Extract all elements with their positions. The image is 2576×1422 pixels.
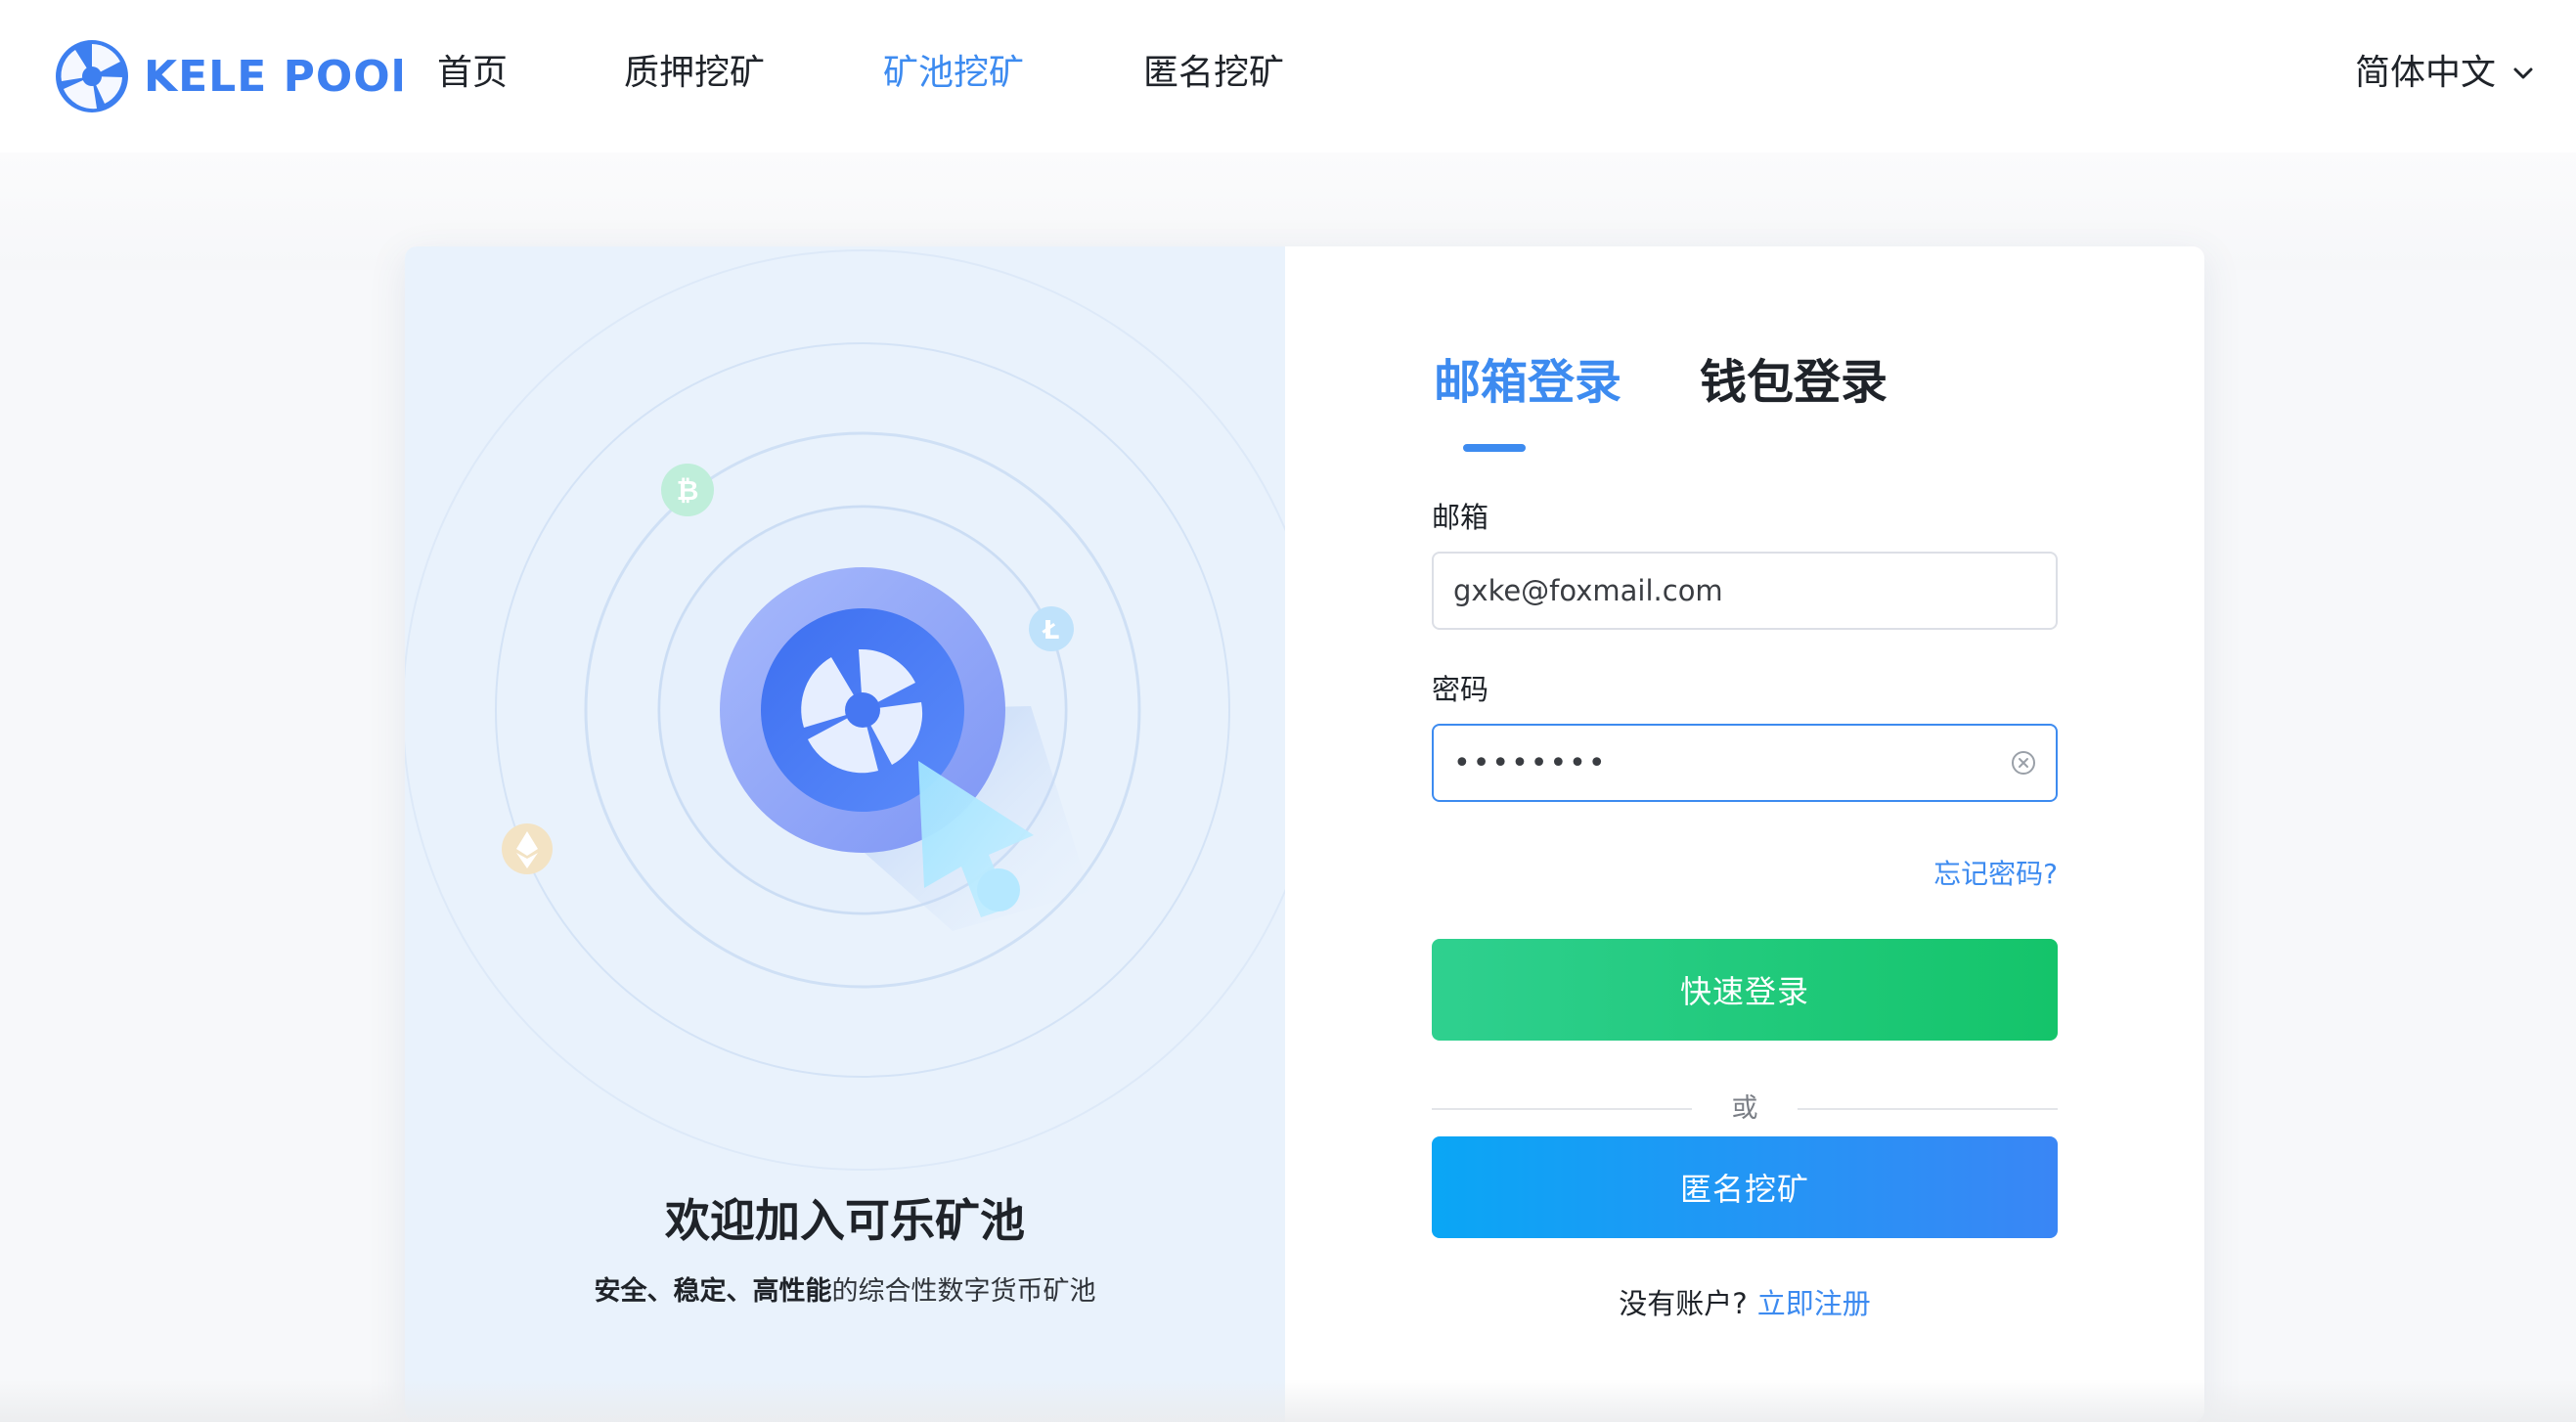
clear-circle-icon[interactable] <box>2011 750 2036 776</box>
welcome-subtitle-highlight: 安全、稳定、高性能 <box>594 1276 832 1307</box>
ethereum-icon <box>502 823 553 874</box>
welcome-title: 欢迎加入可乐矿池 <box>665 1194 1025 1247</box>
divider-line-right <box>1798 1108 2058 1110</box>
nav-item-anonymous-mining[interactable]: 匿名挖矿 <box>1143 49 1284 98</box>
bitcoin-icon: ₿ <box>661 464 714 516</box>
email-value: gxke@foxmail.com <box>1453 574 1723 607</box>
no-account-text: 没有账户? <box>1619 1287 1748 1320</box>
forgot-password-link[interactable]: 忘记密码? <box>1933 853 2058 892</box>
tab-email-login[interactable]: 邮箱登录 <box>1434 348 1621 417</box>
svg-text:₿: ₿ <box>677 474 699 507</box>
tab-wallet-login[interactable]: 钱包登录 <box>1700 348 1888 417</box>
nav-item-staking[interactable]: 质押挖矿 <box>624 49 765 98</box>
welcome-subtitle-rest: 的综合性数字货币矿池 <box>831 1276 1096 1307</box>
welcome-subtitle: 安全、稳定、高性能的综合性数字货币矿池 <box>405 1269 1285 1308</box>
nav-item-home[interactable]: 首页 <box>437 49 508 98</box>
anonymous-mining-button[interactable]: 匿名挖矿 <box>1432 1136 2058 1238</box>
top-header: KELE POOl 首页 质押挖矿 矿池挖矿 匿名挖矿 简体中文 <box>0 0 2576 153</box>
quick-login-button[interactable]: 快速登录 <box>1432 939 2058 1041</box>
language-selector[interactable]: 简体中文 <box>2355 49 2537 98</box>
language-label: 简体中文 <box>2354 53 2496 93</box>
brand-name: KELE POOl <box>144 51 407 102</box>
brand-logo[interactable]: KELE POOl <box>54 37 407 115</box>
register-prompt: 没有账户? 立即注册 <box>1285 1281 2204 1322</box>
or-divider: 或 <box>1432 1089 2058 1129</box>
litecoin-icon: Ł <box>1029 606 1074 651</box>
password-label: 密码 <box>1432 673 1489 706</box>
email-field[interactable]: gxke@foxmail.com <box>1432 552 2058 630</box>
email-label: 邮箱 <box>1432 501 1489 534</box>
kele-logo-icon <box>56 40 128 112</box>
register-link[interactable]: 立即注册 <box>1757 1287 1871 1320</box>
login-card: ₿ Ł 欢迎加入可乐矿池 安全、稳定、高性能的综合性数字货币矿池 邮箱登录 钱包… <box>405 246 2204 1422</box>
login-panel: 邮箱登录 钱包登录 邮箱 gxke@foxmail.com 密码 •••••••… <box>1285 246 2204 1422</box>
active-tab-indicator <box>1463 444 1526 452</box>
welcome-panel: ₿ Ł 欢迎加入可乐矿池 安全、稳定、高性能的综合性数字货币矿池 <box>405 246 1285 1422</box>
nav-item-pool-mining[interactable]: 矿池挖矿 <box>883 49 1024 98</box>
password-value: •••••••• <box>1453 745 1608 780</box>
password-field[interactable]: •••••••• <box>1432 724 2058 802</box>
svg-text:Ł: Ł <box>1042 616 1060 645</box>
chevron-down-icon <box>2513 67 2533 79</box>
login-tabs: 邮箱登录 钱包登录 <box>1285 348 2204 456</box>
